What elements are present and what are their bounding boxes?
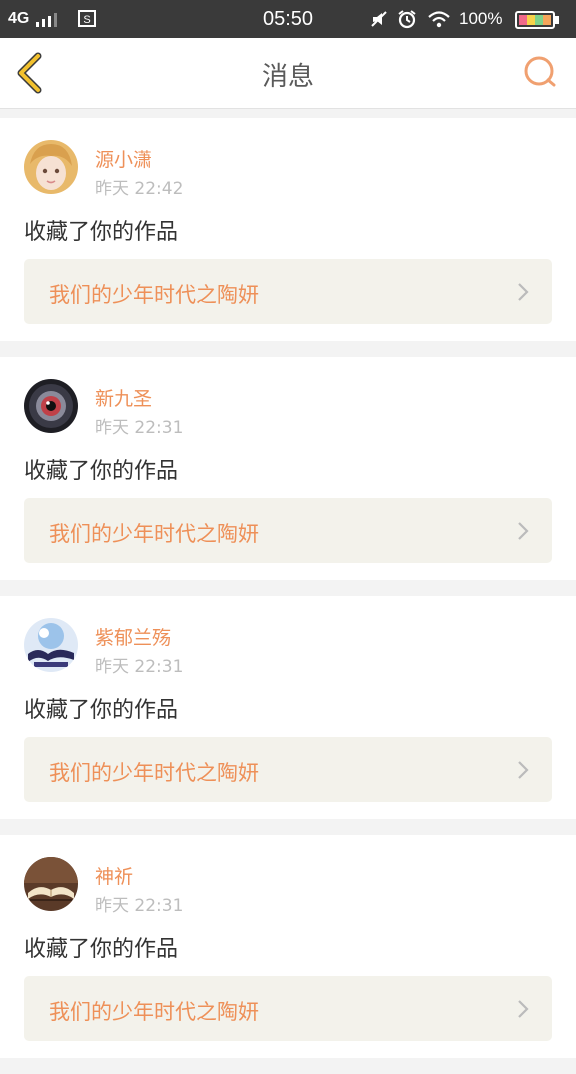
action-text: 收藏了你的作品 (24, 937, 179, 962)
work-title: 我们的少年时代之陶妍 (49, 522, 259, 546)
timestamp: 昨天 22:31 (95, 657, 184, 677)
action-text: 收藏了你的作品 (24, 459, 179, 484)
battery-percent: 100% (459, 9, 503, 28)
battery-icon (515, 11, 559, 29)
action-text: 收藏了你的作品 (24, 698, 179, 723)
timestamp: 昨天 22:42 (95, 179, 184, 199)
work-link[interactable]: 我们的少年时代之陶妍 (24, 259, 552, 324)
work-title: 我们的少年时代之陶妍 (49, 283, 259, 307)
action-text: 收藏了你的作品 (24, 220, 179, 245)
chevron-right-icon (518, 283, 529, 301)
wifi-icon (428, 11, 450, 28)
page-title: 消息 (261, 62, 314, 92)
message-card: 紫郁兰殇 昨天 22:31 收藏了你的作品 我们的少年时代之陶妍 (0, 596, 576, 819)
message-card: 源小潇 昨天 22:42 收藏了你的作品 我们的少年时代之陶妍 (0, 118, 576, 341)
work-link[interactable]: 我们的少年时代之陶妍 (24, 976, 552, 1041)
work-title: 我们的少年时代之陶妍 (49, 1000, 259, 1024)
message-list: 源小潇 昨天 22:42 收藏了你的作品 我们的少年时代之陶妍 新九圣 昨天 2… (0, 118, 576, 1074)
user-name[interactable]: 源小潇 (95, 145, 152, 172)
status-bar: 4G S 05:50 100% (0, 0, 576, 38)
avatar[interactable] (24, 857, 78, 911)
nav-header: 消息 (0, 38, 576, 109)
message-card: 神祈 昨天 22:31 收藏了你的作品 我们的少年时代之陶妍 (0, 835, 576, 1058)
mute-icon (371, 11, 387, 27)
work-link[interactable]: 我们的少年时代之陶妍 (24, 498, 552, 563)
search-icon[interactable] (520, 52, 560, 92)
avatar[interactable] (24, 379, 78, 433)
book-avatar (24, 857, 78, 911)
portrait-avatar (24, 140, 78, 194)
avatar[interactable] (24, 618, 78, 672)
eye-avatar (24, 379, 78, 433)
timestamp: 昨天 22:31 (95, 896, 184, 916)
user-name[interactable]: 新九圣 (95, 384, 152, 411)
message-card: 新九圣 昨天 22:31 收藏了你的作品 我们的少年时代之陶妍 (0, 357, 576, 580)
chevron-right-icon (518, 761, 529, 779)
timestamp: 昨天 22:31 (95, 418, 184, 438)
game-logo-avatar (24, 618, 78, 672)
chevron-right-icon (518, 1000, 529, 1018)
user-name[interactable]: 紫郁兰殇 (95, 623, 171, 650)
work-link[interactable]: 我们的少年时代之陶妍 (24, 737, 552, 802)
avatar[interactable] (24, 140, 78, 194)
user-name[interactable]: 神祈 (95, 862, 133, 889)
chevron-right-icon (518, 522, 529, 540)
work-title: 我们的少年时代之陶妍 (49, 761, 259, 785)
alarm-icon (398, 10, 416, 29)
